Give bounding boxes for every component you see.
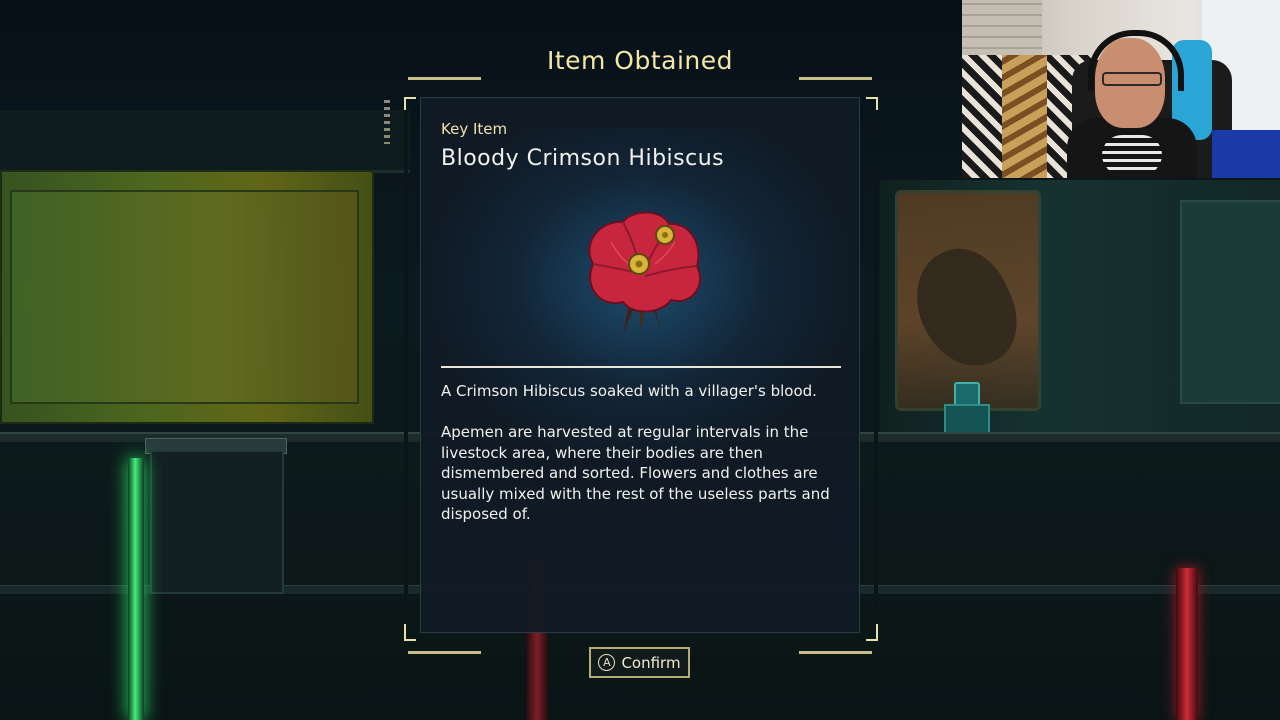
wall-vent-dots bbox=[384, 100, 390, 144]
robot-body bbox=[944, 404, 990, 434]
a-button-icon: A bbox=[598, 654, 616, 671]
right-wall-panel bbox=[1180, 200, 1280, 404]
frame-line-bottom-right bbox=[799, 651, 872, 654]
green-wall-inner-panel bbox=[10, 190, 359, 404]
frame-line-bottom-left bbox=[408, 651, 481, 654]
poster-figure bbox=[898, 234, 1034, 382]
wall-poster bbox=[895, 190, 1041, 411]
item-description-long: Apemen are harvested at regular interval… bbox=[441, 423, 830, 524]
confirm-label: Confirm bbox=[621, 653, 681, 672]
red-glowing-pipe bbox=[1176, 568, 1198, 720]
item-category: Key Item bbox=[441, 120, 508, 138]
modal-title: Item Obtained bbox=[546, 46, 734, 75]
frame-bracket-gap-left bbox=[404, 110, 408, 624]
ceiling-structure bbox=[0, 110, 410, 173]
item-obtained-panel: Key Item Bloody Crimson Hibiscus A Crims… bbox=[420, 97, 861, 633]
panel-divider bbox=[441, 366, 841, 368]
confirm-button[interactable]: A Confirm bbox=[589, 647, 690, 678]
frame-line-top-left bbox=[408, 77, 481, 80]
green-wall-panel bbox=[0, 170, 374, 424]
robot-sprite bbox=[944, 382, 990, 434]
green-glowing-pipe bbox=[128, 458, 144, 720]
webcam-blue-object bbox=[1212, 130, 1280, 178]
webcam-shirt-print bbox=[1102, 135, 1162, 175]
frame-bracket-gap-right bbox=[874, 110, 878, 624]
hibiscus-flower-icon bbox=[588, 211, 702, 334]
frame-line-top-right bbox=[799, 77, 872, 80]
webcam-overlay bbox=[962, 0, 1280, 178]
item-description-short: A Crimson Hibiscus soaked with a village… bbox=[441, 382, 817, 400]
lower-door bbox=[150, 450, 284, 594]
webcam-sofa-cushion bbox=[1002, 55, 1047, 178]
item-name: Bloody Crimson Hibiscus bbox=[441, 146, 725, 171]
